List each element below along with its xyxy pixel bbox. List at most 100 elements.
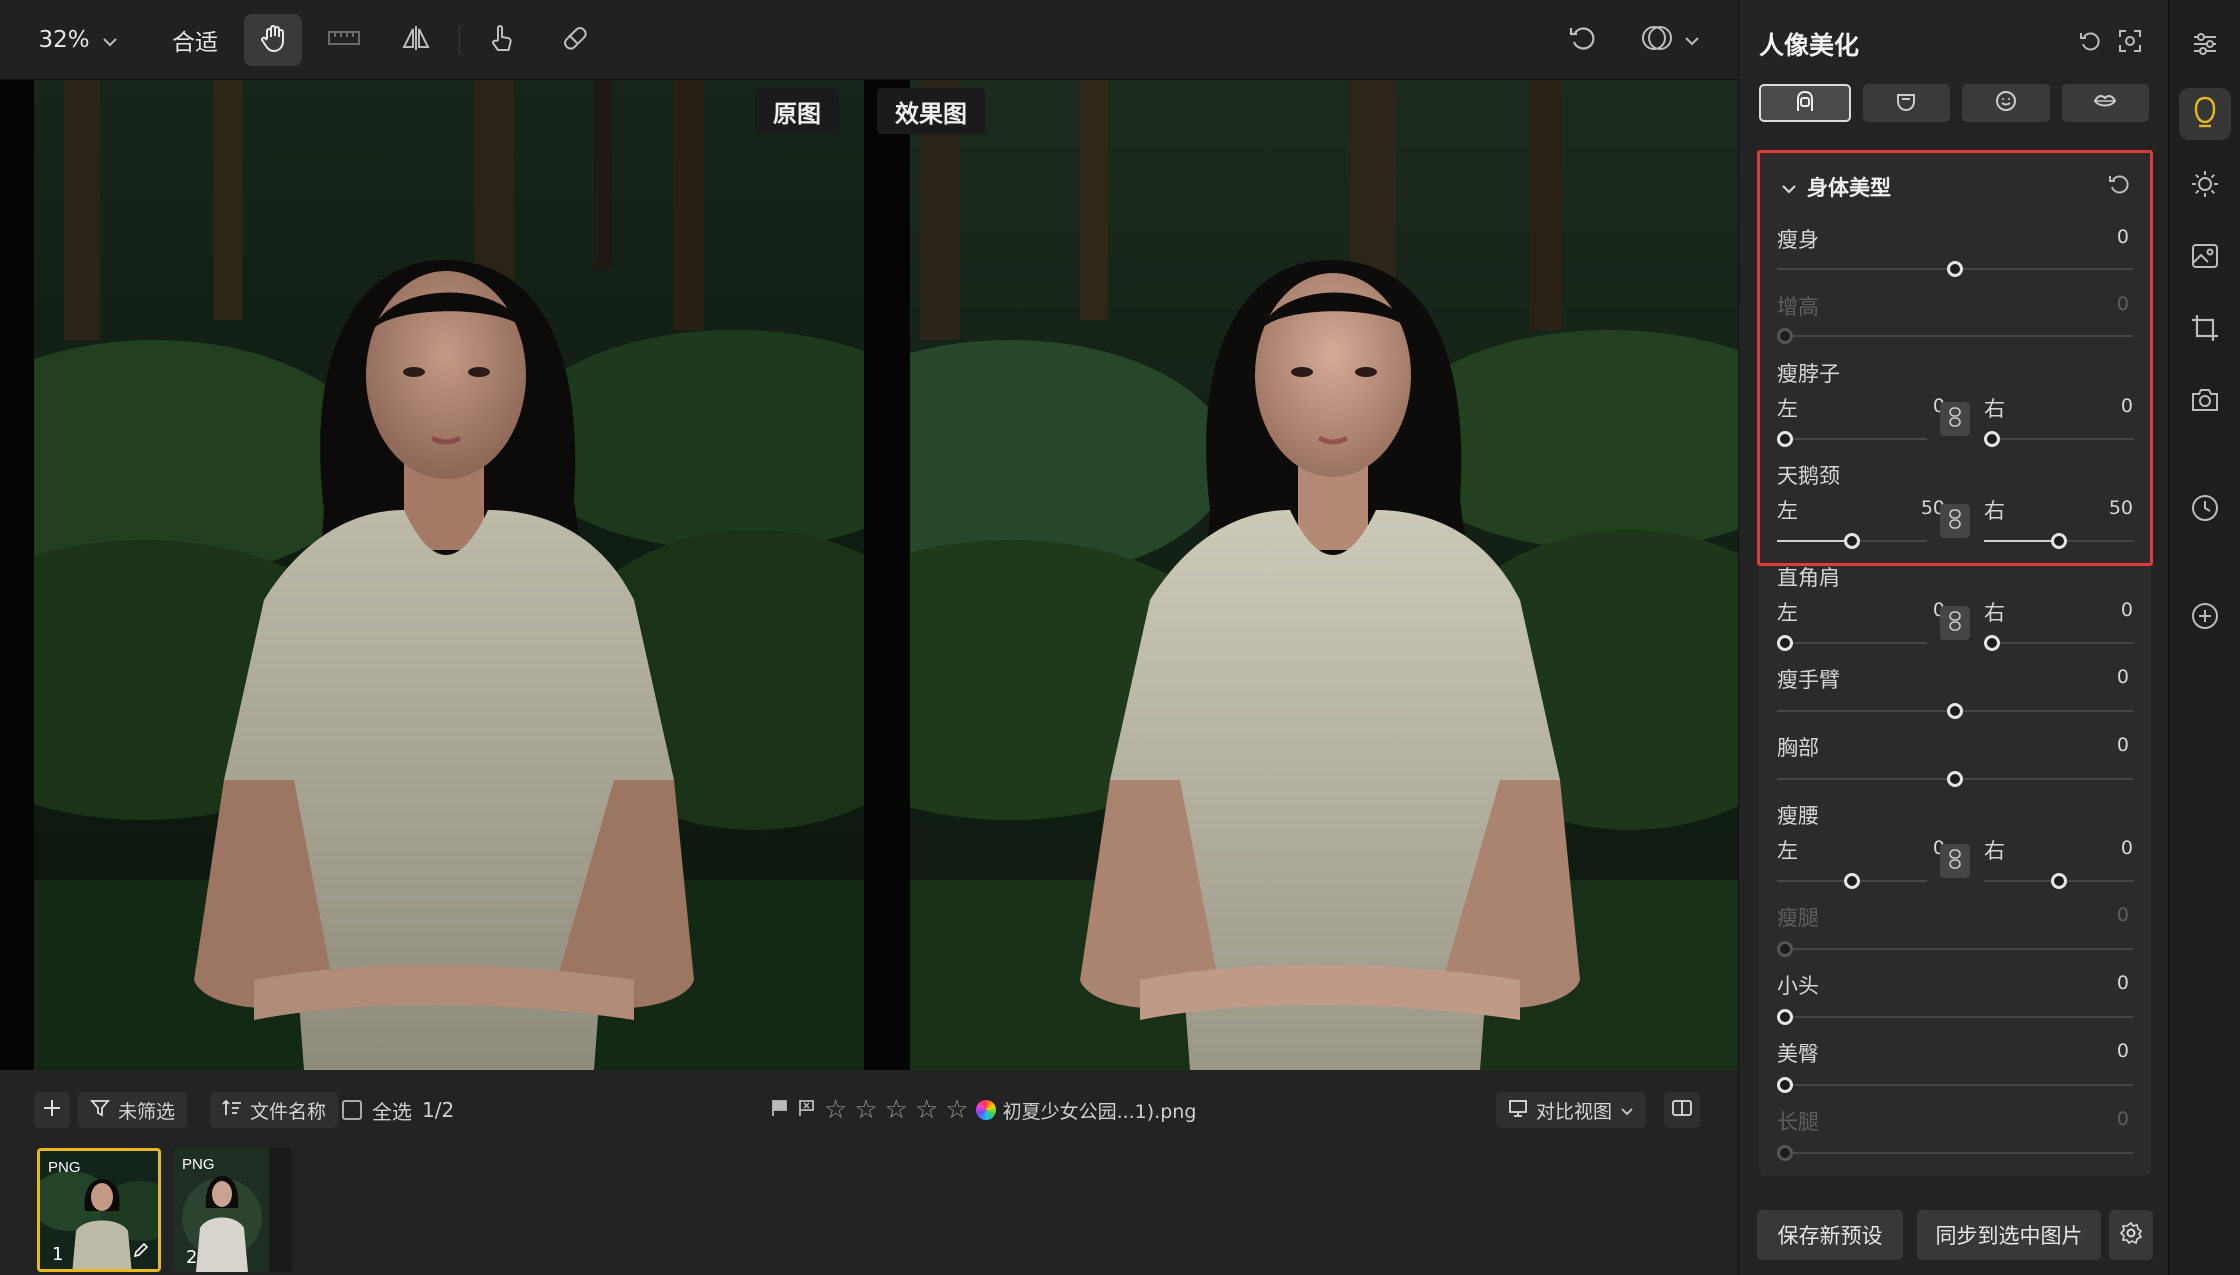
thumbnail-1[interactable]: PNG 1 — [37, 1148, 161, 1272]
settings-button[interactable] — [2109, 1210, 2153, 1260]
star-icon[interactable]: ☆ — [824, 1097, 847, 1123]
square-shoulder-left-slider[interactable] — [1777, 635, 1793, 651]
small-head-label: 小头 — [1777, 974, 1819, 998]
hip-label: 美臀 — [1777, 1042, 1819, 1066]
history-button[interactable] — [2179, 484, 2231, 536]
image-icon — [2190, 241, 2220, 275]
square-shoulder-left-track[interactable] — [1777, 642, 1927, 644]
tab-face[interactable] — [1862, 84, 1950, 122]
panel-reset-button[interactable] — [2075, 28, 2105, 58]
tab-features[interactable] — [1962, 84, 2050, 122]
checkbox-box — [342, 1100, 362, 1120]
hand-tool-button[interactable] — [244, 14, 302, 66]
sort-button[interactable]: 文件名称 — [210, 1092, 339, 1128]
square-shoulder-right-track[interactable] — [1984, 642, 2134, 644]
crop-button[interactable] — [2179, 304, 2231, 356]
hip-slider[interactable] — [1777, 1077, 1793, 1093]
ruler-icon — [328, 28, 360, 52]
filter-label: 未筛选 — [118, 1100, 176, 1123]
image-edit-button[interactable] — [2179, 232, 2231, 284]
face-detect-button[interactable] — [2115, 28, 2145, 58]
zoom-value: 32% — [38, 27, 90, 53]
chest-value: 0 — [2116, 734, 2129, 756]
hip-value: 0 — [2116, 1040, 2129, 1062]
format-badge: PNG — [48, 1159, 81, 1176]
adjustments-button[interactable] — [2179, 20, 2231, 72]
compare-mode-dropdown[interactable] — [1630, 14, 1710, 66]
small-head-slider[interactable] — [1777, 1009, 1793, 1025]
light-button[interactable] — [2179, 160, 2231, 212]
slim-waist-link-button[interactable] — [1940, 844, 1970, 878]
sun-icon — [2190, 169, 2220, 203]
tab-makeup[interactable] — [2061, 84, 2149, 122]
flag-icon[interactable] — [770, 1098, 790, 1123]
portrait-button[interactable] — [2179, 88, 2231, 140]
camera-button[interactable] — [2179, 376, 2231, 428]
face-scan-icon — [2118, 29, 2142, 57]
before-photo — [34, 80, 864, 1070]
undo-button[interactable] — [1554, 14, 1612, 66]
link-icon — [1948, 848, 1962, 874]
chest-slider[interactable] — [1947, 771, 1963, 787]
thumbnail-index: 1 — [52, 1244, 64, 1265]
after-label: 效果图 — [877, 88, 985, 134]
long-leg-slider — [1777, 1145, 1793, 1161]
select-all-checkbox[interactable]: 全选 1/2 — [342, 1092, 454, 1128]
add-tool-button[interactable] — [2179, 592, 2231, 644]
sort-icon — [222, 1098, 242, 1123]
ruler-tool-button[interactable] — [315, 14, 373, 66]
slim-waist-left-slider[interactable] — [1844, 873, 1860, 889]
after-photo — [910, 80, 1738, 1070]
add-image-button[interactable] — [34, 1092, 70, 1128]
clock-icon — [2190, 493, 2220, 527]
reset-icon — [2078, 29, 2102, 57]
slim-waist-right-label: 右 — [1984, 839, 2005, 863]
view-mode-dropdown[interactable]: 对比视图 — [1496, 1092, 1647, 1128]
slim-waist-right-slider[interactable] — [2051, 873, 2067, 889]
monitor-icon — [1508, 1098, 1528, 1123]
star-icon[interactable]: ☆ — [945, 1097, 968, 1123]
filter-button[interactable]: 未筛选 — [78, 1092, 188, 1128]
eraser-tool-button[interactable] — [545, 14, 603, 66]
crop-icon — [2190, 313, 2220, 347]
touch-icon — [486, 23, 516, 57]
lips-icon — [2093, 89, 2117, 117]
slim-arm-label: 瘦手臂 — [1777, 668, 1840, 692]
compare-icon — [1640, 23, 1674, 57]
toolbar-divider — [459, 26, 460, 54]
plus-icon — [42, 1098, 62, 1123]
panel-title: 人像美化 — [1759, 31, 1860, 60]
hip-track[interactable] — [1777, 1084, 2133, 1086]
edit-pencil-icon — [132, 1241, 150, 1263]
star-icon[interactable]: ☆ — [885, 1097, 908, 1123]
square-shoulder-right-slider[interactable] — [1984, 635, 2000, 651]
filename: 初夏少女公园...1).png — [1002, 1100, 1197, 1123]
touch-tool-button[interactable] — [472, 14, 530, 66]
slim-arm-slider[interactable] — [1947, 703, 1963, 719]
star-icon[interactable]: ☆ — [854, 1097, 877, 1123]
save-preset-button[interactable]: 保存新预设 — [1757, 1210, 1903, 1260]
face-icon — [2190, 95, 2220, 133]
slim-leg-value: 0 — [2116, 904, 2129, 926]
highlight-box — [1757, 150, 2153, 566]
color-label-icon[interactable] — [975, 1100, 996, 1120]
square-shoulder-link-button[interactable] — [1940, 606, 1970, 640]
square-shoulder-label: 直角肩 — [1777, 566, 1840, 590]
small-head-value: 0 — [2116, 972, 2129, 994]
slim-waist-label: 瘦腰 — [1777, 804, 1819, 828]
before-label: 原图 — [755, 88, 839, 134]
beauty-category-tabs — [1759, 84, 2149, 122]
sync-to-selected-button[interactable]: 同步到选中图片 — [1917, 1210, 2101, 1260]
flip-tool-button[interactable] — [387, 14, 445, 66]
small-head-track[interactable] — [1777, 1016, 2133, 1018]
image-canvas[interactable]: 原图 效果图 — [0, 80, 1738, 1070]
tab-body[interactable] — [1759, 84, 1851, 122]
star-icon[interactable]: ☆ — [915, 1097, 938, 1123]
zoom-dropdown[interactable]: 32% — [28, 14, 128, 66]
thumbnail-2[interactable]: PNG 2 — [174, 1148, 292, 1272]
reject-flag-icon[interactable] — [797, 1098, 817, 1123]
gear-icon — [2119, 1221, 2143, 1250]
split-view-button[interactable] — [1664, 1092, 1700, 1128]
slim-arm-value: 0 — [2116, 666, 2129, 688]
fit-button[interactable]: 合适 — [160, 14, 230, 66]
